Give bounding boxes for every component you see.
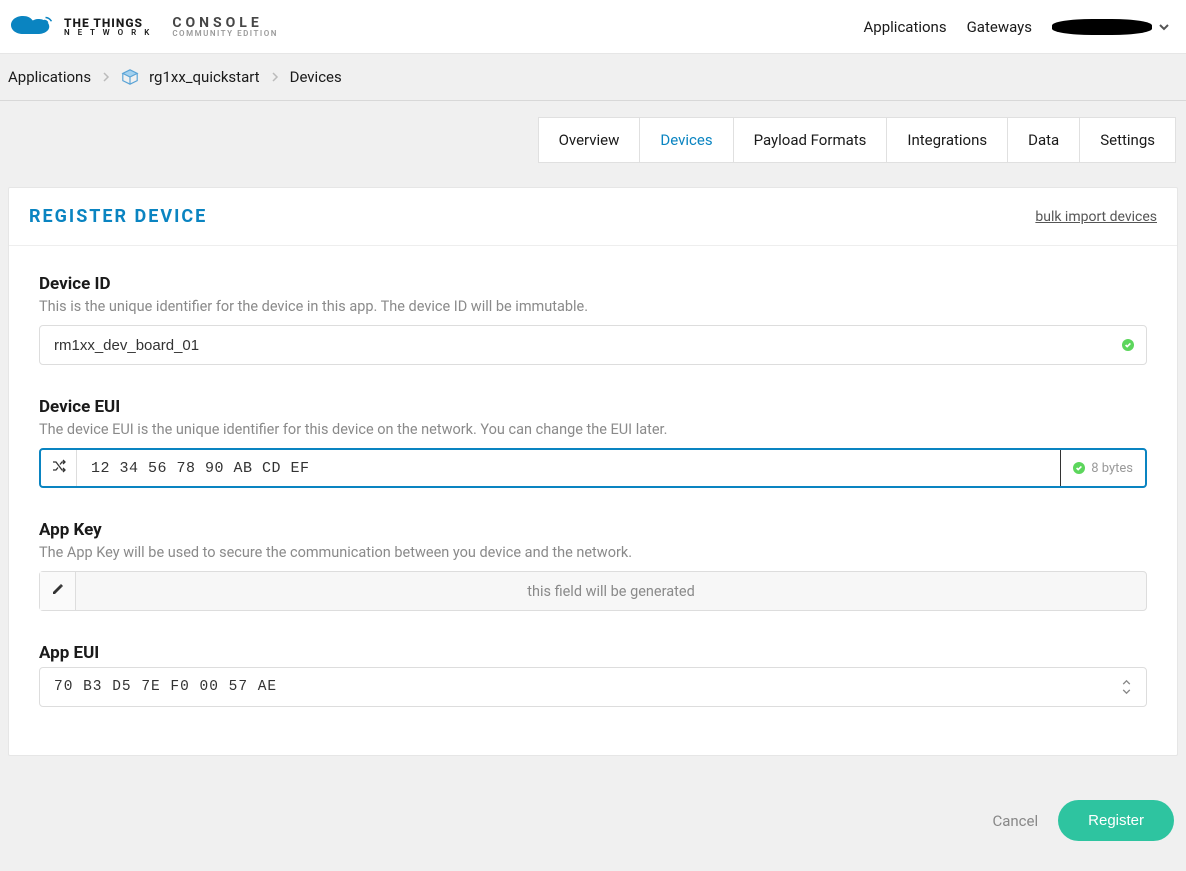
device-eui-trail: 8 bytes (1061, 461, 1145, 476)
brand-line2: N E T W O R K (64, 29, 152, 37)
device-id-input-wrap (39, 325, 1147, 365)
app-key-placeholder: this field will be generated (76, 583, 1146, 600)
app-eui-value: 70 B3 D5 7E F0 00 57 AE (54, 679, 277, 695)
app-eui-label: App EUI (39, 643, 1147, 663)
tab-devices[interactable]: Devices (640, 118, 733, 162)
logo-cloud-icon (8, 13, 56, 41)
field-device-id: Device ID This is the unique identifier … (39, 274, 1147, 365)
user-avatar (1052, 19, 1152, 35)
top-header: THE THINGS N E T W O R K CONSOLE COMMUNI… (0, 0, 1186, 54)
device-id-valid (1110, 339, 1146, 351)
user-menu[interactable] (1052, 19, 1170, 35)
app-eui-select[interactable]: 70 B3 D5 7E F0 00 57 AE (39, 667, 1147, 707)
chevron-right-icon (270, 68, 280, 86)
console-line1: CONSOLE (172, 16, 278, 30)
app-key-help: The App Key will be used to secure the c… (39, 544, 1147, 561)
logo-console: CONSOLE COMMUNITY EDITION (172, 16, 278, 38)
panel-title: REGISTER DEVICE (29, 206, 207, 227)
breadcrumb-applications[interactable]: Applications (8, 68, 91, 86)
tab-payload-formats[interactable]: Payload Formats (734, 118, 888, 162)
device-eui-bytes: 8 bytes (1091, 461, 1133, 476)
field-app-key: App Key The App Key will be used to secu… (39, 520, 1147, 611)
footer: Cancel Register (0, 780, 1186, 871)
edit-button[interactable] (40, 572, 76, 610)
register-panel: REGISTER DEVICE bulk import devices Devi… (8, 187, 1178, 756)
console-line2: COMMUNITY EDITION (172, 30, 278, 38)
tabs: Overview Devices Payload Formats Integra… (538, 117, 1176, 163)
nav-right: Applications Gateways (864, 18, 1170, 36)
bulk-import-link[interactable]: bulk import devices (1035, 209, 1157, 225)
app-icon (121, 68, 139, 86)
logo-text: THE THINGS N E T W O R K (64, 17, 152, 37)
breadcrumb: Applications rg1xx_quickstart Devices (0, 54, 1186, 101)
device-id-label: Device ID (39, 274, 1147, 294)
device-eui-help: The device EUI is the unique identifier … (39, 421, 1147, 438)
breadcrumb-devices[interactable]: Devices (290, 68, 342, 86)
register-button[interactable]: Register (1058, 800, 1174, 841)
sort-icon (1121, 679, 1132, 695)
check-icon (1073, 462, 1085, 474)
panel-body: Device ID This is the unique identifier … (9, 246, 1177, 755)
pencil-icon (51, 582, 65, 600)
tab-data[interactable]: Data (1008, 118, 1080, 162)
tab-settings[interactable]: Settings (1080, 118, 1175, 162)
shuffle-icon (51, 458, 67, 478)
app-key-row: this field will be generated (39, 571, 1147, 611)
check-icon (1122, 339, 1134, 351)
field-app-eui: App EUI 70 B3 D5 7E F0 00 57 AE (39, 643, 1147, 707)
brand-line1: THE THINGS (64, 17, 152, 29)
tab-integrations[interactable]: Integrations (887, 118, 1008, 162)
device-id-help: This is the unique identifier for the de… (39, 298, 1147, 315)
device-eui-input-wrap: 8 bytes (39, 448, 1147, 488)
field-device-eui: Device EUI The device EUI is the unique … (39, 397, 1147, 488)
cancel-button[interactable]: Cancel (992, 812, 1038, 830)
chevron-right-icon (101, 68, 111, 86)
device-eui-input[interactable] (77, 450, 1061, 486)
device-id-input[interactable] (40, 326, 1110, 364)
panel-header: REGISTER DEVICE bulk import devices (9, 188, 1177, 246)
nav-applications[interactable]: Applications (864, 18, 947, 36)
logo-area[interactable]: THE THINGS N E T W O R K CONSOLE COMMUNI… (8, 13, 278, 41)
chevron-down-icon (1158, 21, 1170, 33)
app-key-label: App Key (39, 520, 1147, 540)
tab-overview[interactable]: Overview (539, 118, 641, 162)
shuffle-button[interactable] (41, 450, 77, 486)
device-eui-label: Device EUI (39, 397, 1147, 417)
nav-gateways[interactable]: Gateways (967, 18, 1032, 36)
breadcrumb-app-name[interactable]: rg1xx_quickstart (149, 68, 260, 86)
tabs-row: Overview Devices Payload Formats Integra… (0, 101, 1186, 187)
